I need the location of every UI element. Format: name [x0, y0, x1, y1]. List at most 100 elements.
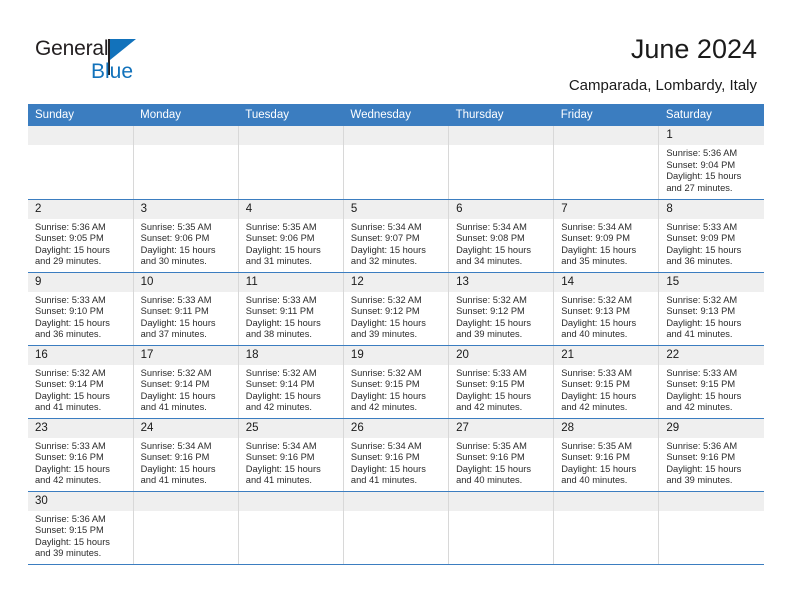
calendar-day-cell[interactable]: 27 Sunrise: 5:35 AM Sunset: 9:16 PM Dayligh… [448, 418, 555, 492]
day-number: 18 [238, 345, 343, 365]
calendar-day-cell[interactable]: 30 Sunrise: 5:36 AM Sunset: 9:15 PM Dayligh… [28, 491, 134, 565]
calendar-day-cell[interactable]: 3 Sunrise: 5:35 AM Sunset: 9:06 PM Daylight… [133, 199, 239, 273]
daylight-text: Daylight: 15 hours and 41 minutes. [140, 390, 216, 413]
day-number [28, 126, 133, 145]
calendar-week-row: 9 Sunrise: 5:33 AM Sunset: 9:10 PM Daylight… [28, 272, 764, 346]
sunrise-text: Sunrise: 5:33 AM [456, 367, 527, 378]
day-number [238, 126, 343, 145]
day-sun-info: Sunrise: 5:32 AM Sunset: 9:14 PM Daylight:… [134, 365, 238, 414]
calendar-day-cell[interactable]: 24 Sunrise: 5:34 AM Sunset: 9:16 PM Dayligh… [133, 418, 239, 492]
day-sun-info: Sunrise: 5:33 AM Sunset: 9:16 PM Daylight:… [28, 438, 133, 487]
general-blue-logo[interactable]: General Blue [35, 37, 185, 87]
sunset-text: Sunset: 9:16 PM [350, 452, 420, 463]
day-sun-info: Sunrise: 5:36 AM Sunset: 9:05 PM Daylight:… [28, 219, 133, 268]
daylight-text: Daylight: 15 hours and 40 minutes. [561, 317, 637, 340]
calendar-day-cell[interactable]: 28 Sunrise: 5:35 AM Sunset: 9:16 PM Dayligh… [553, 418, 660, 492]
calendar-day-cell-empty [448, 491, 555, 565]
day-sun-info: Sunrise: 5:34 AM Sunset: 9:16 PM Daylight:… [134, 438, 238, 487]
sunset-text: Sunset: 9:11 PM [140, 306, 209, 317]
sunrise-text: Sunrise: 5:34 AM [561, 221, 633, 232]
sunrise-text: Sunrise: 5:35 AM [561, 440, 633, 451]
calendar-day-cell[interactable]: 19 Sunrise: 5:32 AM Sunset: 9:15 PM Dayligh… [343, 345, 450, 419]
daylight-text: Daylight: 15 hours and 42 minutes. [456, 390, 531, 413]
day-sun-info: Sunrise: 5:33 AM Sunset: 9:15 PM Daylight:… [659, 365, 764, 414]
calendar-day-cell[interactable]: 16 Sunrise: 5:32 AM Sunset: 9:14 PM Dayligh… [28, 345, 134, 419]
day-number: 7 [554, 199, 659, 219]
sunset-text: Sunset: 9:16 PM [666, 452, 736, 463]
sunrise-text: Sunrise: 5:36 AM [35, 513, 106, 524]
calendar-day-cell[interactable]: 21 Sunrise: 5:33 AM Sunset: 9:15 PM Dayligh… [553, 345, 660, 419]
day-number: 22 [659, 345, 764, 365]
day-number: 10 [133, 272, 238, 292]
calendar-day-cell-empty [448, 126, 555, 200]
day-number [343, 491, 449, 511]
calendar-day-cell[interactable]: 15 Sunrise: 5:32 AM Sunset: 9:13 PM Dayligh… [658, 272, 764, 346]
sunrise-text: Sunrise: 5:33 AM [561, 367, 633, 378]
calendar-day-cell[interactable]: 26 Sunrise: 5:34 AM Sunset: 9:16 PM Dayligh… [343, 418, 450, 492]
sunset-text: Sunset: 9:16 PM [456, 452, 525, 463]
sunset-text: Sunset: 9:16 PM [35, 452, 104, 463]
day-sun-info: Sunrise: 5:33 AM Sunset: 9:15 PM Daylight:… [449, 365, 553, 414]
sunrise-text: Sunrise: 5:32 AM [561, 294, 633, 305]
sunrise-text: Sunrise: 5:32 AM [140, 367, 212, 378]
sunset-text: Sunset: 9:07 PM [350, 233, 420, 244]
calendar-day-cell[interactable]: 22 Sunrise: 5:33 AM Sunset: 9:15 PM Dayligh… [658, 345, 764, 419]
day-sun-info: Sunrise: 5:34 AM Sunset: 9:07 PM Daylight:… [344, 219, 448, 268]
calendar-day-cell[interactable]: 7 Sunrise: 5:34 AM Sunset: 9:09 PM Daylight… [553, 199, 660, 273]
calendar-day-cell[interactable]: 8 Sunrise: 5:33 AM Sunset: 9:09 PM Daylight… [658, 199, 764, 273]
sunset-text: Sunset: 9:16 PM [245, 452, 315, 463]
calendar-day-cell[interactable]: 18 Sunrise: 5:32 AM Sunset: 9:14 PM Dayligh… [238, 345, 344, 419]
calendar-day-cell[interactable]: 29 Sunrise: 5:36 AM Sunset: 9:16 PM Dayligh… [658, 418, 764, 492]
weekday-header-tuesday: Tuesday [238, 104, 344, 126]
daylight-text: Daylight: 15 hours and 37 minutes. [140, 317, 216, 340]
day-number: 30 [28, 491, 133, 511]
sunrise-text: Sunrise: 5:34 AM [245, 440, 317, 451]
page-title: June 2024 [630, 34, 757, 64]
daylight-text: Daylight: 15 hours and 35 minutes. [561, 244, 637, 267]
day-number: 12 [343, 272, 449, 292]
sunset-text: Sunset: 9:16 PM [140, 452, 210, 463]
calendar-day-cell[interactable]: 17 Sunrise: 5:32 AM Sunset: 9:14 PM Dayligh… [133, 345, 239, 419]
day-number: 27 [449, 418, 554, 438]
sunrise-text: Sunrise: 5:32 AM [35, 367, 106, 378]
day-sun-info: Sunrise: 5:34 AM Sunset: 9:09 PM Daylight:… [554, 219, 658, 268]
sunset-text: Sunset: 9:13 PM [666, 306, 736, 317]
calendar-day-cell[interactable]: 5 Sunrise: 5:34 AM Sunset: 9:07 PM Daylight… [343, 199, 450, 273]
calendar-week-row: 1 Sunrise: 5:36 AM Sunset: 9:04 PM Daylight… [28, 126, 764, 200]
calendar-day-cell[interactable]: 9 Sunrise: 5:33 AM Sunset: 9:10 PM Daylight… [28, 272, 134, 346]
calendar-day-cell[interactable]: 4 Sunrise: 5:35 AM Sunset: 9:06 PM Daylight… [238, 199, 344, 273]
sunset-text: Sunset: 9:11 PM [245, 306, 314, 317]
day-number: 25 [238, 418, 343, 438]
sunrise-text: Sunrise: 5:34 AM [350, 221, 422, 232]
daylight-text: Daylight: 15 hours and 42 minutes. [666, 390, 742, 413]
calendar-day-cell[interactable]: 10 Sunrise: 5:33 AM Sunset: 9:11 PM Dayligh… [133, 272, 239, 346]
sunset-text: Sunset: 9:09 PM [666, 233, 736, 244]
daylight-text: Daylight: 15 hours and 40 minutes. [456, 463, 531, 486]
calendar-day-cell[interactable]: 2 Sunrise: 5:36 AM Sunset: 9:05 PM Daylight… [28, 199, 134, 273]
day-sun-info: Sunrise: 5:32 AM Sunset: 9:15 PM Daylight:… [344, 365, 448, 414]
calendar-day-cell-empty [238, 126, 344, 200]
day-number: 28 [554, 418, 659, 438]
daylight-text: Daylight: 15 hours and 39 minutes. [456, 317, 531, 340]
day-sun-info: Sunrise: 5:35 AM Sunset: 9:16 PM Daylight:… [449, 438, 553, 487]
calendar-day-cell[interactable]: 20 Sunrise: 5:33 AM Sunset: 9:15 PM Dayligh… [448, 345, 555, 419]
sunrise-text: Sunrise: 5:34 AM [350, 440, 422, 451]
weekday-header-row: Sunday Monday Tuesday Wednesday Thursday… [28, 104, 764, 126]
day-number: 20 [449, 345, 554, 365]
calendar-day-cell[interactable]: 25 Sunrise: 5:34 AM Sunset: 9:16 PM Dayligh… [238, 418, 344, 492]
daylight-text: Daylight: 15 hours and 42 minutes. [350, 390, 426, 413]
calendar-day-cell[interactable]: 1 Sunrise: 5:36 AM Sunset: 9:04 PM Daylight… [658, 126, 764, 200]
daylight-text: Daylight: 15 hours and 29 minutes. [35, 244, 110, 267]
calendar-day-cell[interactable]: 6 Sunrise: 5:34 AM Sunset: 9:08 PM Daylight… [448, 199, 555, 273]
sunset-text: Sunset: 9:12 PM [350, 306, 420, 317]
sunset-text: Sunset: 9:04 PM [666, 159, 736, 170]
calendar-day-cell[interactable]: 13 Sunrise: 5:32 AM Sunset: 9:12 PM Dayligh… [448, 272, 555, 346]
day-number: 13 [449, 272, 554, 292]
calendar-day-cell[interactable]: 14 Sunrise: 5:32 AM Sunset: 9:13 PM Dayligh… [553, 272, 660, 346]
day-number: 15 [659, 272, 764, 292]
day-sun-info: Sunrise: 5:34 AM Sunset: 9:08 PM Daylight:… [449, 219, 553, 268]
calendar-day-cell[interactable]: 23 Sunrise: 5:33 AM Sunset: 9:16 PM Dayligh… [28, 418, 134, 492]
calendar-day-cell[interactable]: 12 Sunrise: 5:32 AM Sunset: 9:12 PM Dayligh… [343, 272, 450, 346]
sunrise-text: Sunrise: 5:35 AM [245, 221, 317, 232]
calendar-day-cell[interactable]: 11 Sunrise: 5:33 AM Sunset: 9:11 PM Dayligh… [238, 272, 344, 346]
